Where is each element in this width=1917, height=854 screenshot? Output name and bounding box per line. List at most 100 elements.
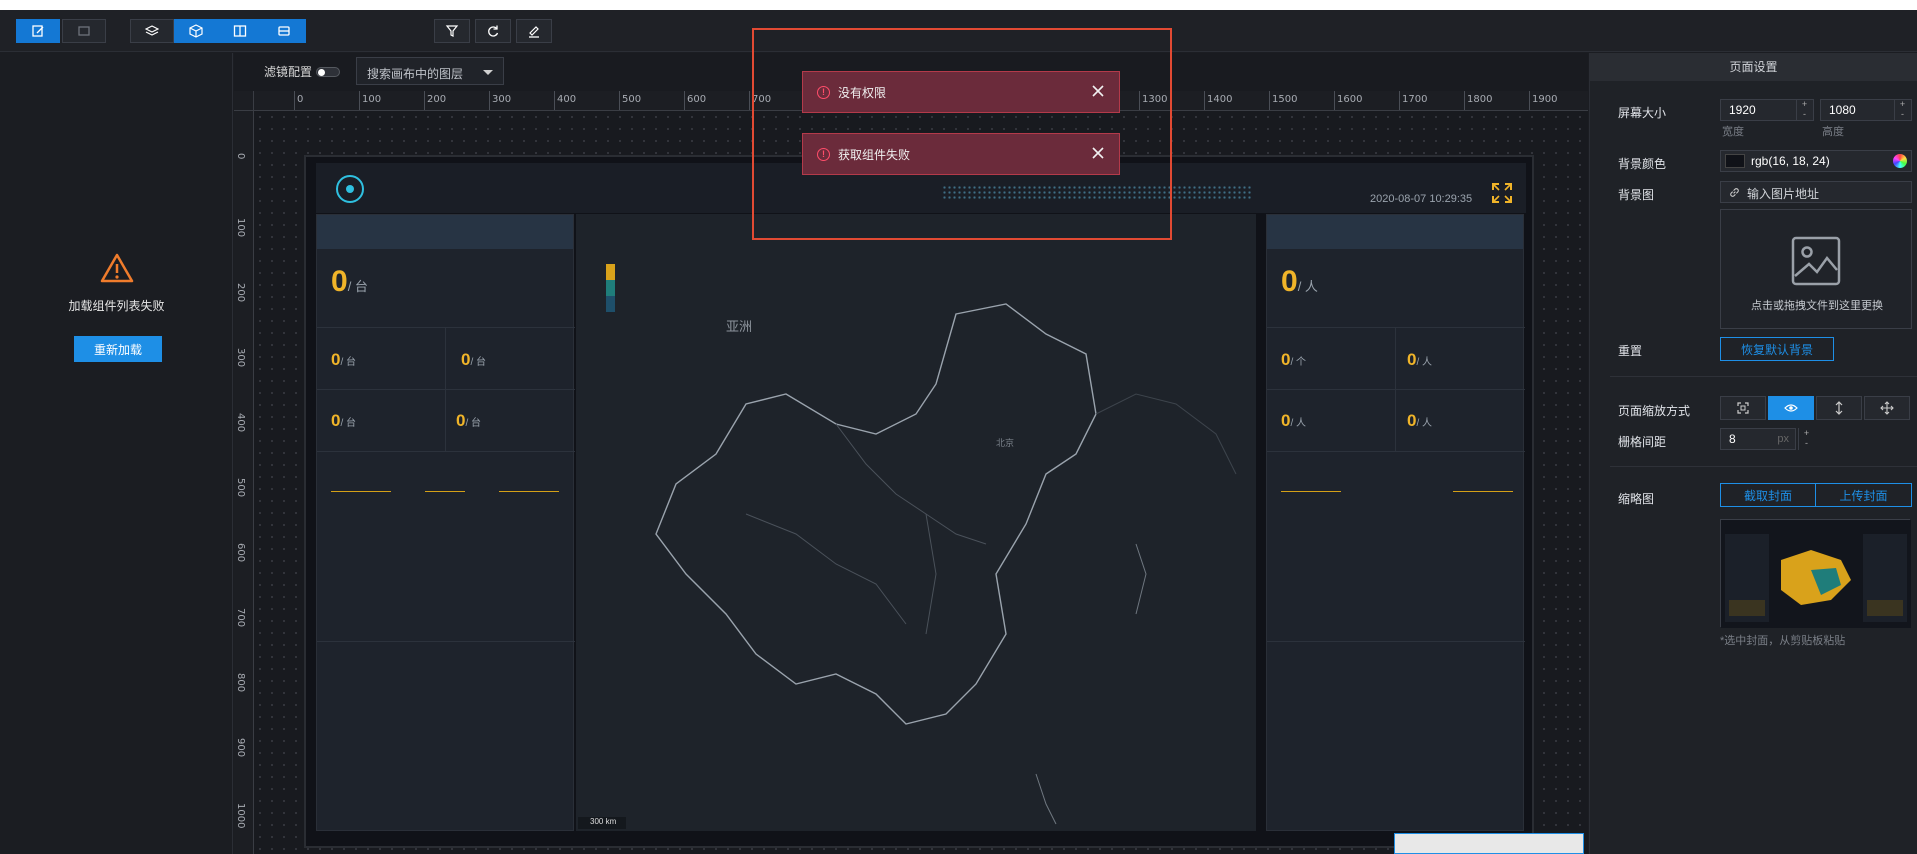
divider (1267, 327, 1525, 328)
share-icon (78, 26, 90, 36)
fit-icon (1737, 402, 1749, 414)
fullscreen-icon[interactable] (1491, 182, 1513, 204)
link-icon (1730, 188, 1739, 197)
divider (317, 641, 575, 642)
components-button[interactable] (174, 19, 218, 43)
left-panel-header (317, 215, 573, 249)
ruler-tick-label: 700 (235, 608, 246, 628)
warning-icon (100, 253, 134, 283)
layer-search-select[interactable]: 搜索画布中的图层 (356, 57, 504, 85)
share-button[interactable] (62, 19, 106, 43)
upload-cover-button[interactable]: 上传封面 (1815, 483, 1912, 507)
filter-icon (445, 25, 459, 37)
grid-stepper[interactable]: + - (1798, 428, 1814, 450)
grid-spacing-input[interactable]: 8 px (1720, 428, 1796, 450)
vertical-fit-icon (1835, 401, 1843, 415)
layers-button[interactable] (130, 19, 174, 43)
layers-icon (145, 25, 159, 36)
filter-button[interactable] (434, 19, 470, 43)
ruler-tick-label: 300 (235, 348, 246, 368)
filter-toggle[interactable] (316, 67, 340, 77)
panel-toggle-button[interactable] (218, 19, 262, 43)
right-progress-line (1453, 491, 1513, 492)
ruler-tick-label: 300 (488, 91, 512, 110)
toast-text: 获取组件失败 (838, 147, 911, 162)
edit-icon (32, 25, 44, 37)
height-stepper[interactable]: + - (1894, 99, 1910, 121)
eye-icon (1784, 404, 1798, 412)
right-stats-panel: 0/ 人 0/ 个 0/ 人 0/ 人 0/ 人 (1266, 214, 1525, 831)
ruler-tick-label: 400 (553, 91, 577, 110)
thumbnail-preview[interactable] (1720, 519, 1911, 628)
vertical-ruler[interactable]: 0 100 200 300 400 500 600 700 800 900 1000 (234, 111, 254, 854)
right-big-stat: 0/ 人 (1281, 265, 1318, 298)
divider (1267, 389, 1525, 390)
ruler-tick-label: 1500 (1268, 91, 1298, 110)
page-settings-panel: 页面设置 屏幕大小 1920 + - 1080 + - 宽度 高度 背景颜色 rgb… (1589, 53, 1917, 854)
right-progress-line (1281, 491, 1341, 492)
left-stat-1: 0/ 台 (331, 350, 357, 369)
scale-full-button[interactable] (1864, 396, 1910, 420)
ruler-tick-label: 500 (618, 91, 642, 110)
right-stat-2: 0/ 人 (1407, 350, 1433, 369)
bg-image-upload[interactable]: 点击或拖拽文件到这里更换 (1720, 209, 1912, 329)
right-stat-3: 0/ 人 (1281, 411, 1307, 430)
ruler-tick-label: 800 (235, 673, 246, 693)
brush-button[interactable] (516, 19, 552, 43)
capture-cover-button[interactable]: 截取封面 (1720, 483, 1816, 507)
divider (317, 327, 575, 328)
bg-image-url-input[interactable]: 输入图片地址 (1720, 181, 1912, 203)
ruler-tick-label: 200 (423, 91, 447, 110)
thumbnail-hint: *选中封面，从剪贴板粘贴 (1720, 635, 1846, 647)
left-stat-2: 0/ 台 (461, 350, 487, 369)
chevron-down-icon (483, 70, 493, 75)
close-icon[interactable] (1091, 146, 1105, 160)
brush-icon (529, 26, 539, 38)
scale-fit-button[interactable] (1720, 396, 1766, 420)
refresh-icon (488, 25, 499, 37)
thumbnail-graphic (1721, 520, 1911, 628)
grid-spacing-label: 栅格间距 (1618, 435, 1667, 449)
ruler-tick-label: 1600 (1333, 91, 1363, 110)
scale-width-button[interactable] (1768, 396, 1814, 420)
legend-level-1 (606, 264, 615, 280)
left-big-stat: 0/ 台 (331, 265, 368, 298)
minimap[interactable] (1394, 833, 1584, 854)
china-map[interactable]: 亚洲 北京 300 km (576, 214, 1256, 831)
ruler-tick-label: 200 (235, 283, 246, 303)
ruler-corner[interactable] (234, 91, 254, 111)
columns-icon (233, 25, 247, 37)
color-swatch[interactable] (1725, 154, 1745, 168)
toast-text: 没有权限 (838, 85, 887, 100)
width-stepper[interactable]: + - (1796, 99, 1812, 121)
reset-label: 重置 (1618, 344, 1643, 358)
thumbnail-label: 缩略图 (1618, 492, 1655, 506)
dashboard-screen[interactable]: 2020-08-07 10:29:35 0/ 台 0/ 台 0/ 台 0/ 台 … (304, 155, 1534, 848)
refresh-button[interactable] (475, 19, 511, 43)
toolbox-button[interactable] (262, 19, 306, 43)
toast-fetch-failed: ! 获取组件失败 (802, 133, 1120, 175)
layer-search-placeholder: 搜索画布中的图层 (367, 67, 464, 81)
restore-default-bg-button[interactable]: 恢复默认背景 (1720, 337, 1834, 361)
reload-button[interactable]: 重新加载 (74, 336, 162, 362)
ruler-tick-label: 400 (235, 413, 246, 433)
width-hint: 宽度 (1722, 126, 1744, 138)
height-hint: 高度 (1822, 126, 1844, 138)
ruler-tick-label: 900 (235, 738, 246, 758)
ruler-tick-label: 1700 (1398, 91, 1428, 110)
ruler-tick-label: 0 (293, 91, 304, 110)
left-stat-4: 0/ 台 (456, 411, 482, 430)
bg-color-input[interactable]: rgb(16, 18, 24) (1720, 150, 1912, 172)
toast-no-permission: ! 没有权限 (802, 71, 1120, 113)
edit-mode-button[interactable] (16, 19, 60, 43)
color-picker-icon[interactable] (1893, 154, 1907, 168)
divider (317, 451, 575, 452)
cube-icon (189, 24, 203, 38)
ruler-tick-label: 1900 (1528, 91, 1558, 110)
print-icon (278, 26, 290, 36)
scale-height-button[interactable] (1816, 396, 1862, 420)
settings-title: 页面设置 (1590, 53, 1917, 81)
close-icon[interactable] (1091, 84, 1105, 98)
divider (1267, 641, 1525, 642)
image-icon (1791, 236, 1841, 286)
